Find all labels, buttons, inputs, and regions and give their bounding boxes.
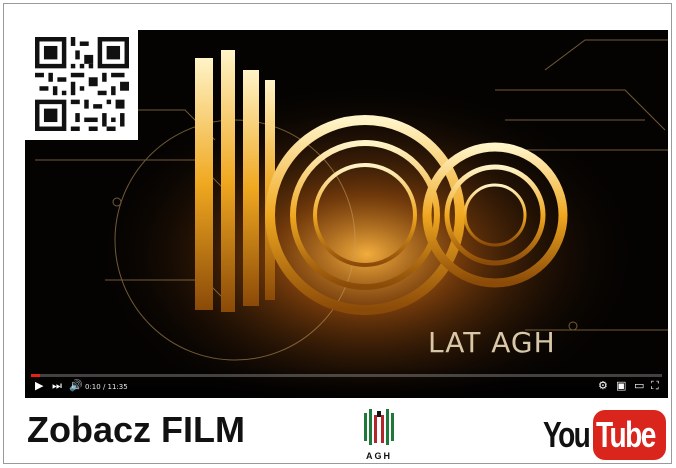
youtube-logo-tube-box: Tube (593, 410, 666, 460)
miniplayer-icon[interactable]: ▣ (616, 379, 626, 393)
youtube-logo[interactable]: You Tube (543, 410, 669, 462)
agh-logo: AGH (358, 407, 400, 463)
theater-icon[interactable]: ▭ (634, 379, 644, 393)
qr-code (25, 30, 138, 140)
video-art-title: LAT AGH (428, 326, 556, 359)
watch-film-heading: Zobacz FILM (27, 409, 245, 450)
youtube-logo-you: You (543, 414, 591, 455)
time-display: 0:10 / 11:35 (85, 383, 128, 391)
settings-icon[interactable]: ⚙ (598, 379, 608, 393)
fullscreen-icon[interactable]: ⛶ (651, 379, 659, 393)
play-icon[interactable]: ▶ (35, 379, 43, 393)
agh-logo-text: AGH (366, 451, 392, 461)
volume-icon[interactable]: 🔊 (69, 379, 83, 393)
agh-emblem-icon (364, 409, 394, 445)
youtube-logo-tube: Tube (596, 414, 656, 455)
next-icon[interactable]: ⏭ (52, 379, 62, 393)
video-controls-bar: ▶ ⏭ 🔊 0:10 / 11:35 ⚙ ▣ ▭ ⛶ (25, 366, 668, 398)
qr-code-icon (35, 37, 129, 131)
